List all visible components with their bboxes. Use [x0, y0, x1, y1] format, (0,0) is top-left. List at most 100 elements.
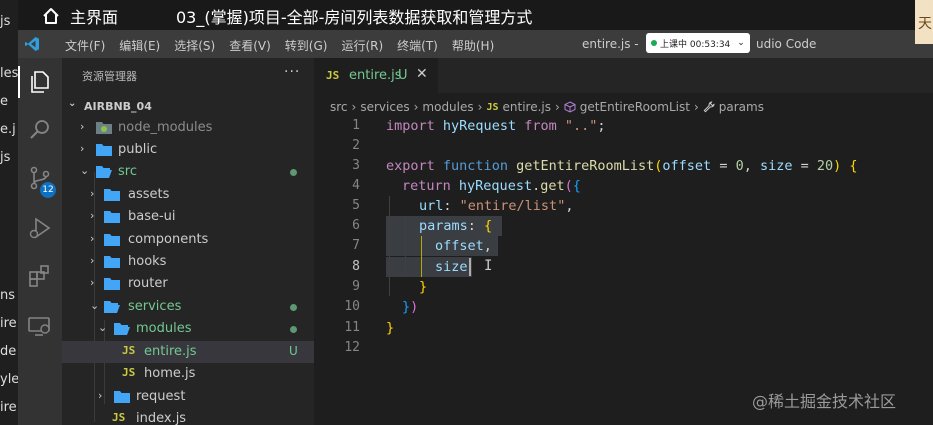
- tree-item-index-js[interactable]: JS index.js: [62, 408, 314, 425]
- more-actions-icon[interactable]: ···: [284, 64, 300, 80]
- indent-guide: [405, 216, 406, 276]
- code-token: :: [443, 198, 460, 214]
- code-token: .: [532, 178, 541, 194]
- chevron-down-icon: ⌄: [68, 98, 77, 109]
- tree-item-modules[interactable]: ⌄ modules: [62, 318, 314, 340]
- chevron-right-icon: ›: [90, 276, 95, 289]
- tree-item-components[interactable]: › components: [62, 229, 314, 251]
- code-token: }: [402, 299, 411, 315]
- tree-item-label: entire.js: [144, 344, 197, 359]
- code-token: 20: [816, 158, 834, 174]
- menu-go[interactable]: 转到(G): [278, 30, 335, 58]
- home-label[interactable]: 主界面: [70, 4, 118, 28]
- method-cube-icon: [564, 101, 576, 113]
- active-indicator: [18, 66, 20, 98]
- tree-item-router[interactable]: › router: [62, 273, 314, 295]
- bg-text: yle: [0, 372, 18, 387]
- js-file-icon: JS: [122, 344, 136, 357]
- side-tab-cut[interactable]: 天: [915, 0, 933, 44]
- folder-icon: [104, 278, 120, 290]
- remote-explorer-icon[interactable]: [26, 312, 54, 340]
- chevron-down-icon: ⌄: [90, 299, 100, 312]
- code-token: return: [402, 178, 451, 194]
- tree-item-src[interactable]: ⌄ src: [62, 161, 314, 183]
- breadcrumb-item[interactable]: modules: [422, 100, 473, 114]
- workspace-root[interactable]: ⌄ AIRBNB_04: [66, 96, 314, 118]
- tree-item-public[interactable]: › public: [62, 139, 314, 161]
- breadcrumb-item[interactable]: services: [360, 100, 409, 114]
- code-token: =: [711, 158, 736, 174]
- code-line-9: }: [419, 277, 427, 297]
- scm-count-badge: 12: [40, 182, 56, 198]
- tree-item-hooks[interactable]: › hooks: [62, 251, 314, 273]
- modified-dot-icon: [290, 304, 297, 311]
- chevron-down-icon[interactable]: ⌄: [737, 38, 745, 48]
- watermark: @稀土掘金技术社区: [752, 392, 897, 411]
- menu-selection[interactable]: 选择(S): [167, 30, 222, 58]
- window-title-suffix: udio Code: [756, 37, 817, 51]
- line-number: 7: [352, 238, 360, 253]
- tab-entire-js[interactable]: JS entire.js U ✕: [314, 58, 438, 93]
- search-icon[interactable]: [26, 116, 54, 144]
- menu-edit[interactable]: 编辑(E): [112, 30, 167, 58]
- code-token: size: [759, 158, 793, 174]
- mouse-ibeam-icon: I: [484, 258, 493, 274]
- tree-item-services[interactable]: ⌄ services: [62, 296, 314, 318]
- tree-item-label: hooks: [128, 254, 167, 269]
- breadcrumb-item[interactable]: getEntireRoomList: [580, 100, 690, 114]
- code-token: export: [386, 158, 435, 174]
- tree-item-home-js[interactable]: JS home.js: [62, 363, 314, 385]
- untracked-status: U: [289, 344, 298, 358]
- code-token: ,: [565, 198, 574, 214]
- tree-item-assets[interactable]: › assets: [62, 184, 314, 206]
- lesson-title: 03_(掌握)项目-全部-房间列表数据获取和管理方式: [176, 8, 533, 27]
- tree-item-label: router: [128, 276, 168, 291]
- tree-item-entire-js[interactable]: JS entire.js U: [62, 341, 314, 363]
- chevron-down-icon: ⌄: [80, 164, 90, 177]
- folder-icon: [104, 256, 120, 268]
- code-token: from: [524, 118, 557, 134]
- recording-indicator[interactable]: 上课中 00:53:34 ⌄: [646, 33, 750, 53]
- line-number: 1: [352, 118, 360, 133]
- bg-text: e: [0, 94, 8, 109]
- menu-file[interactable]: 文件(F): [58, 30, 112, 58]
- code-line-10: }): [402, 297, 418, 317]
- code-token: "entire/list": [459, 198, 566, 214]
- folder-icon: [104, 189, 120, 201]
- home-icon[interactable]: [42, 7, 60, 25]
- menu-view[interactable]: 查看(V): [222, 30, 278, 58]
- tree-item-request[interactable]: › request: [62, 386, 314, 408]
- run-debug-icon[interactable]: [26, 214, 54, 242]
- code-token: (: [564, 178, 573, 194]
- breadcrumb-item[interactable]: src: [330, 100, 348, 114]
- chevron-down-icon: ⌄: [98, 321, 108, 334]
- line-number: 11: [344, 320, 360, 335]
- line-number: 3: [352, 158, 360, 173]
- folder-open-icon: [114, 323, 130, 335]
- menu-help[interactable]: 帮助(H): [445, 30, 501, 58]
- tree-item-node-modules[interactable]: › node_modules: [62, 117, 314, 139]
- code-token: offset: [435, 238, 484, 254]
- tree-item-label: public: [118, 142, 158, 157]
- code-token: {: [572, 178, 581, 194]
- extensions-icon[interactable]: [26, 262, 54, 290]
- tree-item-label: assets: [128, 187, 170, 202]
- breadcrumb-item[interactable]: entire.js: [503, 100, 551, 114]
- chevron-right-icon: ›: [413, 100, 419, 114]
- tree-item-label: services: [128, 299, 182, 314]
- wrench-icon: [703, 101, 715, 113]
- code-token: url: [419, 198, 444, 214]
- explorer-sidebar: 资源管理器 ··· ⌄ AIRBNB_04 › node_modules › p…: [62, 58, 314, 425]
- explorer-icon[interactable]: [26, 68, 54, 96]
- bg-text: e.j: [0, 122, 16, 137]
- tree-item-base-ui[interactable]: › base-ui: [62, 206, 314, 228]
- video-overlay-header: 主界面 03_(掌握)项目-全部-房间列表数据获取和管理方式: [18, 0, 915, 30]
- tree-item-label: src: [118, 164, 137, 179]
- code-token: hyRequest: [458, 178, 533, 194]
- side-tab-char: 天: [918, 16, 932, 32]
- breadcrumb-item[interactable]: params: [719, 100, 764, 114]
- chevron-right-icon: ›: [554, 100, 560, 114]
- menu-run[interactable]: 运行(R): [334, 30, 390, 58]
- menu-terminal[interactable]: 终端(T): [390, 30, 445, 58]
- close-icon[interactable]: ✕: [416, 66, 428, 82]
